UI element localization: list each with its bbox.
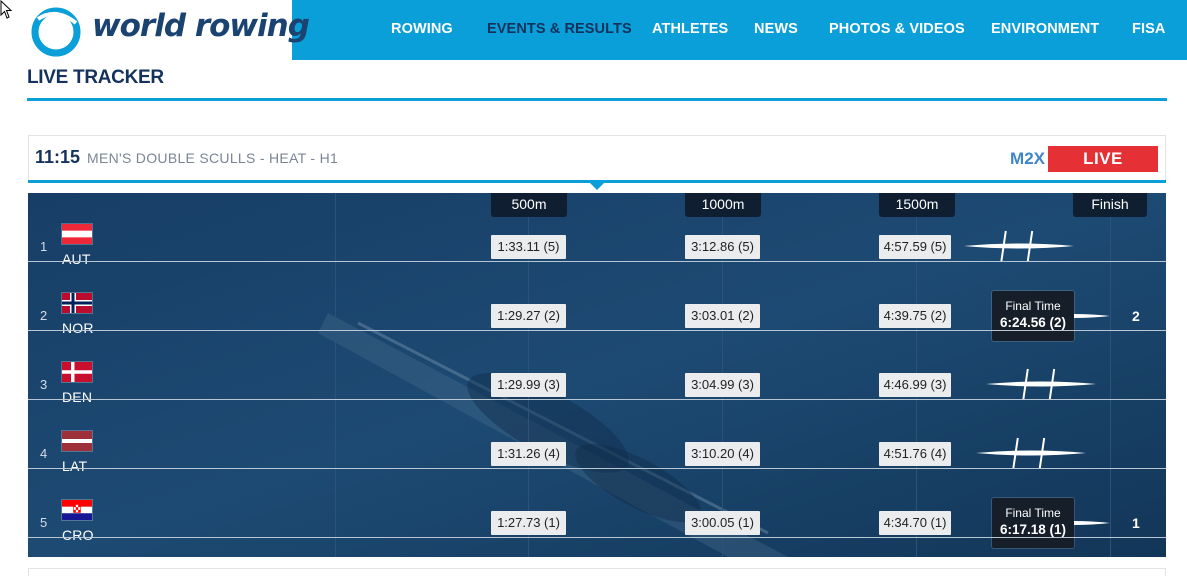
logo-area[interactable]: world rowing xyxy=(0,0,310,60)
lane-divider xyxy=(28,261,1166,262)
boat-icon xyxy=(976,436,1086,475)
mouse-cursor-icon xyxy=(0,0,13,19)
final-time-label: Final Time xyxy=(1005,299,1061,313)
nav-athletes[interactable]: ATHLETES xyxy=(652,21,728,37)
race-name: MEN'S DOUBLE SCULLS - HEAT - H1 xyxy=(87,150,339,166)
next-race-strip xyxy=(28,568,1166,576)
boat-icon xyxy=(964,229,1074,268)
lane-row: 4 LAT 1:31.26 (4) 3:10.20 (4) 4:51.76 (4) xyxy=(28,419,1166,488)
page-title: LIVE TRACKER xyxy=(27,67,164,88)
flag-icon xyxy=(62,224,92,244)
live-tracker: 500m 1000m 1500m Finish 1 AUT 1:33.11 (5) 3:12… xyxy=(28,193,1166,557)
split-time: 1:29.99 (3) xyxy=(491,373,566,397)
race-pointer xyxy=(590,183,604,190)
split-time: 4:46.99 (3) xyxy=(879,373,951,397)
boat-class: M2X xyxy=(1010,149,1045,168)
nav-environment[interactable]: ENVIRONMENT xyxy=(991,21,1099,37)
split-time: 4:57.59 (5) xyxy=(879,235,951,259)
flag-icon xyxy=(62,500,92,520)
flag-icon xyxy=(62,431,92,451)
finish-place: 1 xyxy=(1132,515,1140,531)
nav-events-results[interactable]: EVENTS & RESULTS xyxy=(487,21,632,37)
country-code: LAT xyxy=(62,458,88,474)
country-code: NOR xyxy=(62,320,94,336)
country-code: CRO xyxy=(62,527,94,543)
race-header[interactable]: 11:15 MEN'S DOUBLE SCULLS - HEAT - H1 M2… xyxy=(28,135,1166,180)
final-time-box: Final Time 6:17.18 (1) xyxy=(992,498,1074,548)
lane-row: 1 AUT 1:33.11 (5) 3:12.86 (5) 4:57.59 (5) xyxy=(28,212,1166,281)
live-badge[interactable]: LIVE xyxy=(1048,146,1158,172)
split-time: 3:00.05 (1) xyxy=(685,511,760,535)
lane-row: 2 NOR 1:29.27 (2) 3:03.01 (2) 4:39.75 (2) Fin… xyxy=(28,281,1166,350)
nav-news[interactable]: NEWS xyxy=(754,21,798,37)
split-time: 4:51.76 (4) xyxy=(879,442,951,466)
split-time: 1:27.73 (1) xyxy=(491,511,566,535)
split-time: 4:39.75 (2) xyxy=(879,304,951,328)
final-time-value: 6:24.56 (2) xyxy=(999,315,1067,330)
finish-place: 2 xyxy=(1132,308,1140,324)
lane-divider xyxy=(28,399,1166,400)
nav-fisa[interactable]: FISA xyxy=(1132,21,1165,37)
lane-row: 5 CRO 1:27.73 (1) 3:00.05 (1) 4:34.70 (1) Fin… xyxy=(28,488,1166,557)
split-time: 4:34.70 (1) xyxy=(879,511,951,535)
world-rowing-logo-icon xyxy=(31,7,81,57)
brand-wordmark: world rowing xyxy=(92,8,310,44)
split-time: 1:31.26 (4) xyxy=(491,442,566,466)
lane-number: 1 xyxy=(40,239,48,254)
flag-icon xyxy=(62,362,92,382)
nav-rowing[interactable]: ROWING xyxy=(391,21,453,37)
lane-divider xyxy=(28,537,1166,538)
final-time-box: Final Time 6:24.56 (2) xyxy=(992,291,1074,341)
boat-icon xyxy=(986,367,1096,406)
site-header: world rowing ROWING EVENTS & RESULTS ATHLE… xyxy=(0,0,1187,60)
lane-divider xyxy=(28,330,1166,331)
nav-photos-videos[interactable]: PHOTOS & VIDEOS xyxy=(829,21,965,37)
country-code: DEN xyxy=(62,389,93,405)
split-time: 1:29.27 (2) xyxy=(491,304,566,328)
flag-icon xyxy=(62,293,92,313)
country-code: AUT xyxy=(62,251,91,267)
lane-number: 2 xyxy=(40,308,48,323)
split-time: 3:03.01 (2) xyxy=(685,304,760,328)
split-time: 3:12.86 (5) xyxy=(685,235,760,259)
title-divider xyxy=(27,98,1167,101)
lane-number: 5 xyxy=(40,515,48,530)
lane-divider xyxy=(28,468,1166,469)
lane-number: 3 xyxy=(40,377,48,392)
lane-row: 3 DEN 1:29.99 (3) 3:04.99 (3) 4:46.99 (3) xyxy=(28,350,1166,419)
split-time: 3:04.99 (3) xyxy=(685,373,760,397)
split-time: 1:33.11 (5) xyxy=(491,235,566,259)
final-time-value: 6:17.18 (1) xyxy=(999,522,1067,537)
split-time: 3:10.20 (4) xyxy=(685,442,760,466)
final-time-label: Final Time xyxy=(1005,506,1061,520)
race-time: 11:15 xyxy=(35,147,81,167)
lane-number: 4 xyxy=(40,446,48,461)
